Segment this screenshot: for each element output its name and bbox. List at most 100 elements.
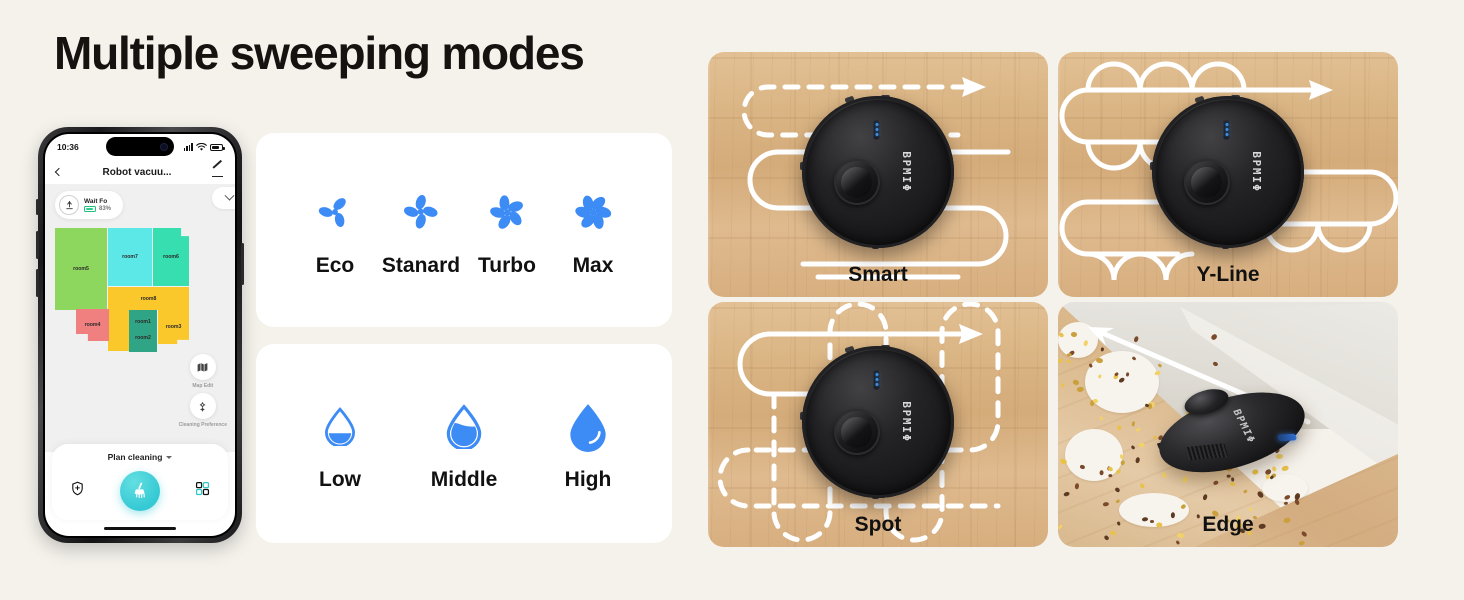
- robot-vacuum-top-view: BPMIΦ: [800, 94, 954, 249]
- phone-volume-up-button: [36, 231, 39, 259]
- robot-status-text: Wait Fo: [84, 198, 108, 205]
- map-room-label: room3: [165, 324, 182, 330]
- water-option-label: Middle: [430, 467, 498, 491]
- map-panel: Wait Fo 83% room5 room7 room6 room8 room4 roo…: [45, 184, 235, 452]
- robot-vacuum-top-view: BPMIΦ: [1150, 94, 1304, 249]
- map-room-room2[interactable]: room2: [129, 310, 157, 352]
- mode-tile-smart[interactable]: BPMIΦ Smart: [708, 52, 1048, 297]
- shield-protect-icon[interactable]: [70, 481, 85, 501]
- suction-option-label: Turbo: [478, 254, 536, 277]
- suction-option-label: Eco: [315, 254, 355, 277]
- water-option-middle[interactable]: Middle: [402, 396, 526, 492]
- fan-6-blade-icon: [570, 182, 617, 242]
- broom-clean-icon: [134, 482, 145, 499]
- map-room-room3[interactable]: room3: [158, 310, 189, 344]
- map-edit-icon[interactable]: [189, 354, 216, 380]
- back-button[interactable]: [54, 167, 64, 177]
- battery-level: 83%: [99, 206, 112, 212]
- led-indicator-icon: [873, 119, 881, 140]
- chevron-down-icon[interactable]: [212, 187, 235, 209]
- fan-3-blade-icon: [314, 182, 356, 242]
- led-indicator-icon: [873, 369, 881, 390]
- control-buttons: [52, 471, 228, 511]
- map-room-label: room6: [163, 254, 179, 260]
- robot-brand-label: BPMIΦ: [899, 400, 913, 443]
- map-room-room5[interactable]: room5: [55, 228, 107, 310]
- cleaning-preference-icon[interactable]: [189, 393, 216, 419]
- suction-option-stanard[interactable]: Stanard: [378, 182, 464, 278]
- status-bar-indicators: [183, 142, 225, 152]
- map-room-room4[interactable]: room4: [76, 309, 109, 341]
- suction-power-card: Eco Stanard Turbo Max: [256, 133, 672, 327]
- mode-label-yline: Y-Line: [1196, 263, 1260, 286]
- mode-label-edge: Edge: [1202, 513, 1254, 536]
- water-option-label: High: [564, 467, 612, 491]
- cleaning-preference-label: Cleaning Preference: [178, 422, 227, 428]
- phone-volume-down-button: [36, 269, 39, 297]
- map-room-label: room8: [140, 295, 157, 302]
- suction-option-eco[interactable]: Eco: [292, 182, 378, 278]
- plan-cleaning-label: Plan cleaning: [107, 452, 163, 462]
- map-room-area[interactable]: [108, 310, 129, 351]
- robot-status-pill[interactable]: Wait Fo 83%: [55, 191, 124, 219]
- mode-label-smart: Smart: [848, 263, 908, 286]
- map-room-room7[interactable]: room7: [108, 228, 152, 286]
- water-drop-low-icon: [320, 396, 360, 456]
- suction-option-turbo[interactable]: Turbo: [464, 182, 550, 278]
- front-camera-icon: [160, 142, 168, 151]
- water-option-low[interactable]: Low: [278, 396, 402, 492]
- battery-icon: [210, 143, 225, 151]
- control-card: Plan cleaning: [52, 444, 228, 520]
- robot-brand-label: BPMIΦ: [1249, 150, 1263, 193]
- led-indicator-icon: [1276, 433, 1297, 442]
- page-title: Multiple sweeping modes: [54, 27, 585, 79]
- app-header: Robot vacuu...: [45, 160, 235, 184]
- suction-option-label: Stanard: [381, 254, 461, 277]
- robot-vacuum-angled-view: BPMIΦ: [1151, 376, 1312, 489]
- suction-option-max[interactable]: Max: [550, 182, 636, 278]
- battery-icon: [84, 206, 96, 212]
- mode-tile-yline[interactable]: BPMIΦ Y-Line: [1058, 52, 1398, 297]
- map-edit-label: Map Edit: [192, 383, 214, 389]
- map-room-label: room5: [73, 266, 89, 272]
- cellular-signal-icon: [183, 143, 193, 151]
- water-drop-middle-icon: [441, 396, 487, 456]
- map-room-label: room7: [122, 254, 138, 260]
- promo-page: Multiple sweeping modes 10:36 Robot vacu…: [0, 0, 1464, 600]
- plan-cleaning-selector[interactable]: Plan cleaning: [108, 452, 173, 462]
- phone-mute-switch: [36, 199, 39, 215]
- robot-body: [1151, 377, 1312, 487]
- wifi-icon: [196, 142, 207, 151]
- battery-row: 83%: [84, 206, 111, 212]
- phone-screen: 10:36 Robot vacuu... Wait Fo 83% room5 r…: [45, 134, 235, 536]
- status-bar-time: 10:36: [57, 142, 79, 152]
- pencil-edit-icon[interactable]: [212, 166, 224, 178]
- phone-frame: 10:36 Robot vacuu... Wait Fo 83% room5 r…: [36, 127, 244, 543]
- start-cleaning-button[interactable]: [120, 471, 160, 511]
- mode-tile-spot[interactable]: BPMIΦ Spot: [708, 302, 1048, 547]
- map-room-room8[interactable]: room8: [108, 287, 189, 310]
- dock-station-icon: [59, 195, 79, 215]
- water-options: Low Middle High: [256, 396, 672, 492]
- lidar-sensor: [833, 159, 880, 205]
- phone-mockup: 10:36 Robot vacuu... Wait Fo 83% room5 r…: [36, 127, 244, 543]
- map-room-label: room4: [84, 322, 101, 328]
- mode-tile-edge[interactable]: BPMIΦ Edge: [1058, 302, 1398, 547]
- room-grid-icon[interactable]: [195, 481, 210, 501]
- map-room-room6[interactable]: room6: [153, 228, 189, 286]
- lidar-sensor: [833, 409, 880, 455]
- mode-label-spot: Spot: [854, 513, 902, 536]
- led-indicator-icon: [1223, 119, 1231, 140]
- fan-5-blade-icon: [485, 182, 530, 242]
- room-map[interactable]: room5 room7 room6 room8 room4 room1 room2 room3: [45, 226, 235, 352]
- caret-down-icon[interactable]: [166, 455, 173, 459]
- map-tools: Map Edit Cleaning Preference: [179, 354, 227, 428]
- app-title: Robot vacuu...: [102, 166, 172, 178]
- lidar-sensor: [1183, 159, 1230, 205]
- map-room-label: room2: [135, 335, 151, 341]
- water-option-label: Low: [319, 467, 361, 491]
- map-edit-tool[interactable]: Map Edit: [189, 354, 216, 389]
- water-option-high[interactable]: High: [526, 396, 650, 492]
- status-pill-text: Wait Fo 83%: [84, 198, 111, 212]
- cleaning-preference-tool[interactable]: Cleaning Preference: [179, 393, 227, 428]
